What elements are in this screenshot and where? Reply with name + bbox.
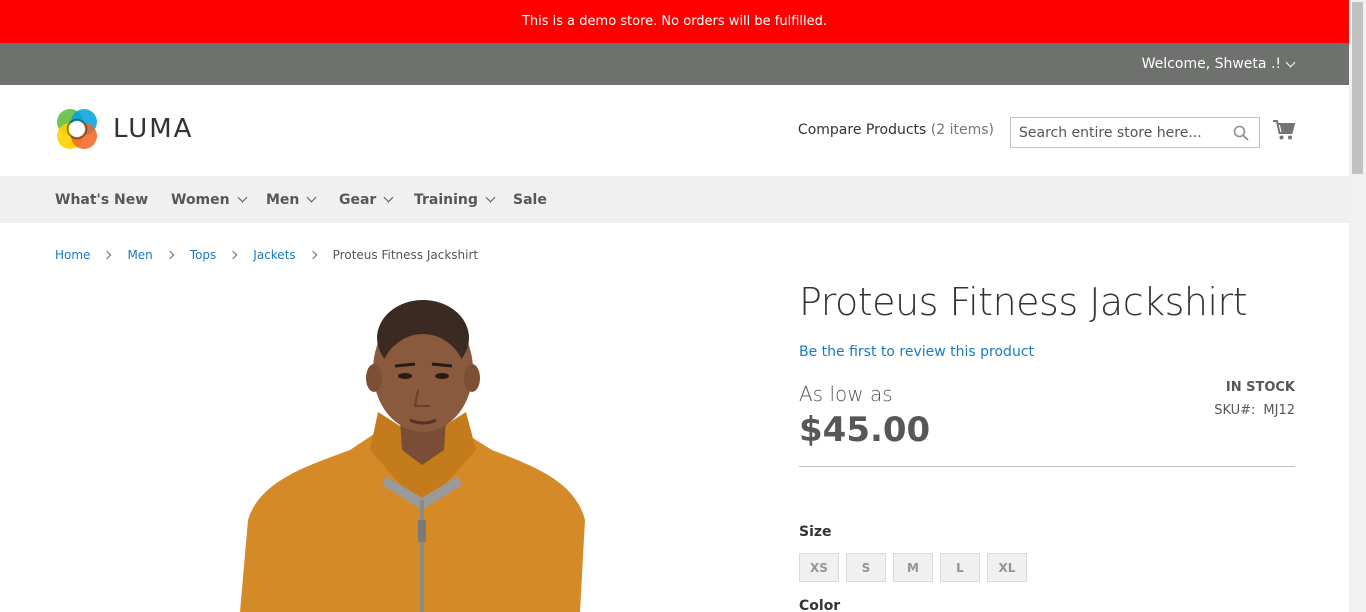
search-box	[1010, 117, 1260, 148]
breadcrumb-tops[interactable]: Tops	[190, 248, 217, 262]
nav-item-sale[interactable]: Sale	[513, 176, 547, 223]
color-label: Color	[799, 598, 841, 612]
chevron-down-icon	[485, 192, 496, 203]
luma-logo[interactable]: LUMA	[55, 107, 193, 151]
welcome-text: Welcome, Shweta .!	[1141, 56, 1281, 72]
product-price: $45.00	[799, 410, 931, 450]
divider	[799, 466, 1295, 467]
shopping-cart-icon[interactable]	[1272, 119, 1296, 141]
nav-item-training[interactable]: Training	[414, 176, 496, 223]
stock-status: IN STOCK	[1225, 380, 1295, 395]
compare-products-link[interactable]: Compare Products (2 items)	[798, 122, 994, 138]
luma-logo-icon	[57, 109, 97, 149]
breadcrumb-jackets[interactable]: Jackets	[253, 248, 295, 262]
nav-item-label: Men	[266, 191, 300, 208]
chevron-right-icon	[308, 250, 317, 260]
nav-item-label: Women	[171, 191, 230, 208]
size-option-xs[interactable]: XS	[799, 553, 839, 582]
size-swatches: XS S M L XL	[799, 553, 1034, 582]
chevron-down-icon	[237, 192, 248, 203]
product-info-main: Proteus Fitness Jackshirt Be the first t…	[799, 280, 1295, 612]
size-option-s[interactable]: S	[846, 553, 886, 582]
product-sku: SKU#: MJ12	[1214, 403, 1295, 418]
nav-item-label: Training	[414, 191, 478, 208]
breadcrumb: Home Men Tops Jackets Proteus Fitness Ja…	[55, 248, 478, 262]
chevron-down-icon	[306, 192, 317, 203]
site-header: LUMA Compare Products (2 items)	[0, 85, 1349, 176]
chevron-right-icon	[165, 250, 175, 260]
nav-item-label: Sale	[513, 191, 547, 208]
size-label: Size	[799, 524, 832, 540]
chevron-down-icon	[1285, 57, 1296, 67]
breadcrumb-home[interactable]: Home	[55, 248, 90, 262]
review-link[interactable]: Be the first to review this product	[799, 344, 1034, 360]
chevron-right-icon	[103, 250, 112, 260]
nav-item-whats-new[interactable]: What's New	[55, 176, 148, 223]
price-prefix: As low as	[799, 382, 893, 406]
nav-item-women[interactable]: Women	[171, 176, 248, 223]
compare-count: (2 items)	[930, 122, 994, 138]
nav-item-men[interactable]: Men	[266, 176, 317, 223]
page-scrollbar[interactable]	[1349, 0, 1366, 612]
chevron-right-icon	[229, 250, 238, 260]
compare-label: Compare Products	[797, 122, 927, 138]
chevron-down-icon	[383, 192, 394, 203]
panel-header: Welcome, Shweta .!	[0, 43, 1349, 85]
size-option-xl[interactable]: XL	[987, 553, 1027, 582]
sku-label: SKU#:	[1214, 403, 1256, 418]
scrollbar-thumb[interactable]	[1352, 2, 1363, 174]
search-icon[interactable]	[1233, 125, 1249, 141]
nav-item-gear[interactable]: Gear	[339, 176, 394, 223]
search-input[interactable]	[1011, 118, 1221, 147]
breadcrumb-men[interactable]: Men	[127, 248, 152, 262]
demo-store-notice: This is a demo store. No orders will be …	[0, 0, 1349, 43]
demo-notice-text: This is a demo store. No orders will be …	[521, 14, 828, 29]
product-main-image[interactable]	[230, 290, 610, 612]
breadcrumb-current: Proteus Fitness Jackshirt	[332, 248, 479, 262]
nav-item-label: What's New	[55, 191, 149, 208]
main-navigation: What's New Women Men Gear Training Sale	[0, 176, 1349, 223]
product-photo	[240, 300, 585, 612]
product-title: Proteus Fitness Jackshirt	[799, 280, 1248, 324]
size-option-l[interactable]: L	[940, 553, 980, 582]
nav-item-label: Gear	[339, 191, 377, 208]
logo-text: LUMA	[113, 114, 194, 144]
sku-value: MJ12	[1263, 403, 1295, 418]
size-option-m[interactable]: M	[893, 553, 933, 582]
customer-welcome-menu[interactable]: Welcome, Shweta .!	[1141, 43, 1296, 85]
